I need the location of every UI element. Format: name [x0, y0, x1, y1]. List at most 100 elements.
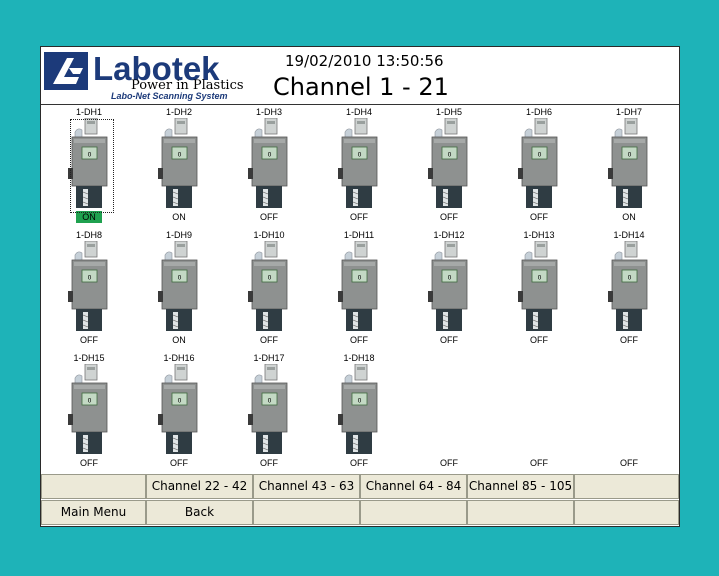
- status-label: OFF: [350, 212, 368, 222]
- dryer-unit[interactable]: 1-DH17 0 OFF: [224, 353, 314, 473]
- unit-name: 1-DH7: [615, 107, 642, 117]
- dryer-icon: 0: [248, 364, 288, 454]
- dryer-display-value: 0: [178, 152, 182, 159]
- unit-status: OFF: [404, 457, 494, 469]
- channel-64-84-button[interactable]: Channel 64 - 84: [360, 474, 467, 499]
- dryer-icon: 0: [68, 364, 108, 454]
- dryer-icon: 0: [158, 364, 198, 454]
- dryer-display-value: 0: [448, 152, 452, 159]
- status-label: OFF: [170, 458, 188, 468]
- unit-name: 1-DH9: [165, 230, 192, 240]
- unit-name: 1-DH10: [253, 230, 285, 240]
- unit-name: 1-DH13: [523, 230, 555, 240]
- empty-button-row2-3[interactable]: [253, 500, 360, 525]
- dryer-unit[interactable]: 1-DH12 0 OFF: [404, 230, 494, 350]
- dryer-unit[interactable]: 1-DH11 0 OFF: [314, 230, 404, 350]
- empty-button-row2-5[interactable]: [467, 500, 574, 525]
- dryer-unit[interactable]: 1-DH2 0 ON: [134, 107, 224, 227]
- status-label: OFF: [350, 458, 368, 468]
- empty-button-row1-6[interactable]: [574, 474, 679, 499]
- empty-button-row2-4[interactable]: [360, 500, 467, 525]
- dryer-unit[interactable]: 1-DH5 0 OFF: [404, 107, 494, 227]
- status-label: OFF: [530, 335, 548, 345]
- dryer-display-value: 0: [538, 275, 542, 282]
- dryer-unit[interactable]: 1-DH9 0 ON: [134, 230, 224, 350]
- dryer-unit[interactable]: 1-DH10 0 OFF: [224, 230, 314, 350]
- dryer-unit[interactable]: 1-DH1 0 ON: [44, 107, 134, 227]
- empty-button-row2-6[interactable]: [574, 500, 679, 525]
- dryer-unit[interactable]: 1-DH18 0 OFF: [314, 353, 404, 473]
- status-label: OFF: [440, 458, 458, 468]
- dryer-unit[interactable]: 1-DH3 0 OFF: [224, 107, 314, 227]
- page-title: Channel 1 - 21: [273, 73, 449, 101]
- status-label: OFF: [530, 458, 548, 468]
- dryer-unit[interactable]: 1-DH14 0 OFF: [584, 230, 674, 350]
- empty-button-row1-1[interactable]: [41, 474, 146, 499]
- dryer-unit[interactable]: 1-DH16 0 OFF: [134, 353, 224, 473]
- dryer-unit[interactable]: 1-DH6 0 OFF: [494, 107, 584, 227]
- dryer-display-value: 0: [178, 398, 182, 405]
- dryer-icon: 0: [248, 118, 288, 208]
- dryer-unit[interactable]: 1-DH8 0 OFF: [44, 230, 134, 350]
- dryer-unit[interactable]: 1-DH4 0 OFF: [314, 107, 404, 227]
- unit-name: 1-DH18: [343, 353, 375, 363]
- unit-name: 1-DH14: [613, 230, 645, 240]
- main-menu-button[interactable]: Main Menu: [41, 500, 146, 525]
- unit-name: 1-DH12: [433, 230, 465, 240]
- channel-22-42-button[interactable]: Channel 22 - 42: [146, 474, 253, 499]
- back-button[interactable]: Back: [146, 500, 253, 525]
- dryer-display-value: 0: [178, 275, 182, 282]
- dryer-display-value: 0: [628, 152, 632, 159]
- dryer-icon: 0: [338, 364, 378, 454]
- dryer-unit[interactable]: OFF: [494, 353, 584, 473]
- dryer-unit[interactable]: OFF: [404, 353, 494, 473]
- selection-focus-rect: [70, 119, 114, 213]
- unit-status: OFF: [44, 334, 134, 346]
- datetime: 19/02/2010 13:50:56: [285, 52, 444, 70]
- unit-name: 1-DH6: [525, 107, 552, 117]
- unit-name: 1-DH11: [343, 230, 375, 240]
- unit-status: ON: [134, 211, 224, 223]
- dryer-display-value: 0: [538, 152, 542, 159]
- dryer-icon: 0: [338, 241, 378, 331]
- unit-status: OFF: [314, 211, 404, 223]
- dryer-display-value: 0: [358, 398, 362, 405]
- status-label: OFF: [440, 212, 458, 222]
- dryer-display-value: 0: [268, 152, 272, 159]
- dryer-unit[interactable]: 1-DH13 0 OFF: [494, 230, 584, 350]
- dryer-icon: 0: [338, 118, 378, 208]
- channel-85-105-button[interactable]: Channel 85 - 105: [467, 474, 574, 499]
- status-label: OFF: [350, 335, 368, 345]
- dryer-icon: 0: [428, 241, 468, 331]
- status-label: OFF: [440, 335, 458, 345]
- unit-name: 1-DH4: [345, 107, 372, 117]
- dryer-display-value: 0: [88, 398, 92, 405]
- dryer-display-value: 0: [628, 275, 632, 282]
- unit-status: OFF: [494, 334, 584, 346]
- status-label: OFF: [620, 458, 638, 468]
- unit-status: OFF: [224, 457, 314, 469]
- dryer-display-value: 0: [88, 275, 92, 282]
- dryer-unit[interactable]: OFF: [584, 353, 674, 473]
- status-label: OFF: [260, 335, 278, 345]
- unit-status: OFF: [404, 334, 494, 346]
- channel-43-63-button[interactable]: Channel 43 - 63: [253, 474, 360, 499]
- unit-name: 1-DH8: [75, 230, 102, 240]
- unit-status: OFF: [314, 334, 404, 346]
- status-label: OFF: [530, 212, 548, 222]
- dryer-display-value: 0: [268, 275, 272, 282]
- dryer-unit[interactable]: 1-DH7 0 ON: [584, 107, 674, 227]
- dryer-icon: 0: [518, 118, 558, 208]
- unit-name: 1-DH17: [253, 353, 285, 363]
- unit-status: OFF: [584, 334, 674, 346]
- unit-status: OFF: [494, 211, 584, 223]
- unit-status: OFF: [584, 457, 674, 469]
- unit-status: OFF: [44, 457, 134, 469]
- dryer-display-value: 0: [448, 275, 452, 282]
- dryer-unit[interactable]: 1-DH15 0 OFF: [44, 353, 134, 473]
- subtagline: Labo-Net Scanning System: [111, 91, 228, 101]
- unit-status: OFF: [134, 457, 224, 469]
- unit-name: 1-DH16: [163, 353, 195, 363]
- dryer-icon: 0: [68, 241, 108, 331]
- status-label: OFF: [260, 212, 278, 222]
